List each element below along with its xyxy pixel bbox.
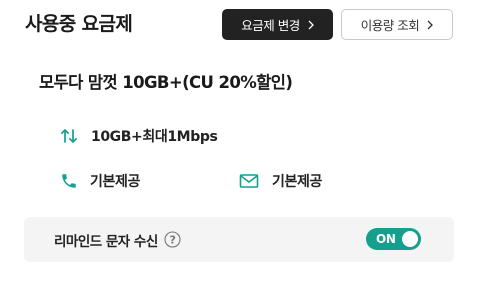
plan-name: 모두다 맘껏 10GB+(CU 20%할인)	[38, 70, 294, 96]
data-allowance-text: 10GB+최대1Mbps	[91, 129, 218, 145]
phone-icon	[58, 170, 80, 192]
data-allowance: 10GB+최대1Mbps	[58, 125, 218, 147]
change-plan-button[interactable]: 요금제 변경	[222, 9, 333, 40]
envelope-icon	[238, 170, 260, 192]
reminder-label: 리마인드 문자 수신	[54, 233, 158, 250]
question-icon[interactable]: ?	[164, 231, 181, 248]
reminder-setting: 리마인드 문자 수신 ? ON	[24, 217, 454, 262]
data-transfer-icon	[58, 125, 80, 147]
voice-allowance: 기본제공	[58, 170, 140, 192]
toggle-state-label: ON	[376, 232, 396, 246]
chevron-right-icon	[427, 20, 434, 29]
sms-allowance-text: 기본제공	[272, 174, 322, 190]
sms-allowance: 기본제공	[238, 170, 322, 192]
toggle-knob	[402, 231, 418, 247]
change-plan-label: 요금제 변경	[241, 18, 300, 33]
usage-inquiry-label: 이용량 조회	[360, 18, 420, 33]
usage-inquiry-button[interactable]: 이용량 조회	[341, 9, 453, 40]
chevron-right-icon	[308, 20, 314, 29]
plan-name-text: 모두다 맘껏 10GB+(CU 20%할인)	[39, 73, 293, 92]
reminder-label-row: 리마인드 문자 수신 ?	[54, 217, 181, 262]
voice-allowance-text: 기본제공	[90, 174, 140, 190]
reminder-toggle[interactable]: ON	[366, 228, 421, 250]
svg-text:?: ?	[169, 234, 175, 247]
page-title: 사용중 요금제	[25, 13, 133, 35]
